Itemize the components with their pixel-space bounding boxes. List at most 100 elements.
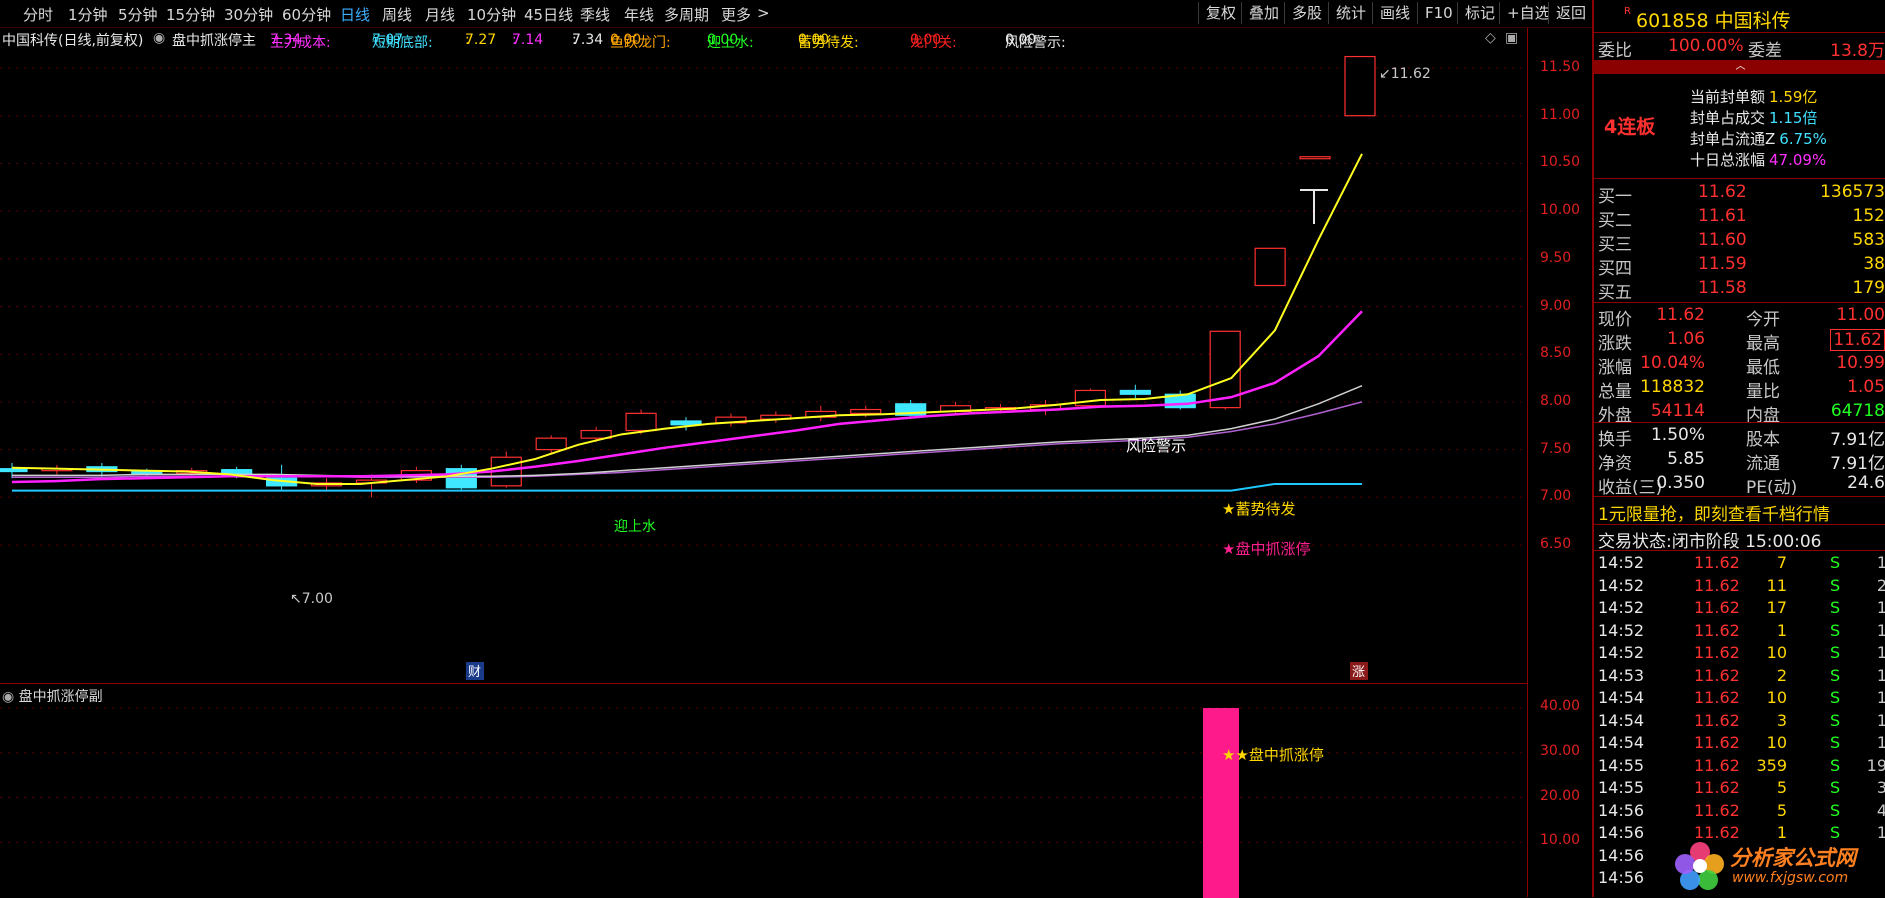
period-tab-8[interactable]: 月线 bbox=[425, 4, 455, 25]
toolbar-button-5[interactable]: F10 bbox=[1417, 2, 1460, 24]
period-tab-0[interactable]: 分时 bbox=[23, 4, 53, 25]
tick-row: 14:54 11.62 10 S 1 bbox=[1598, 688, 1885, 710]
tick-volume: 3 bbox=[1776, 710, 1787, 730]
tick-time: 14:52 bbox=[1598, 553, 1645, 572]
toolbar-button-0[interactable]: 复权 bbox=[1198, 2, 1243, 24]
seal-label: 当前封单额 bbox=[1690, 88, 1766, 106]
more-arrow-icon[interactable]: > bbox=[757, 4, 770, 22]
price-tick: 7.00 bbox=[1540, 488, 1572, 505]
tick-volume: 17 bbox=[1766, 598, 1787, 617]
toolbar-button-3[interactable]: 统计 bbox=[1328, 2, 1373, 24]
candle-body bbox=[535, 437, 567, 451]
stat-label: 股本 bbox=[1746, 430, 1780, 450]
price-tick: 11.00 bbox=[1540, 106, 1581, 123]
sub-tick: 30.00 bbox=[1540, 742, 1581, 759]
bid-price: 11.61 bbox=[1698, 206, 1747, 226]
zhang-marker[interactable]: 涨 bbox=[1352, 665, 1365, 680]
period-tab-11[interactable]: 季线 bbox=[580, 4, 610, 25]
indicator-value: 7.14 bbox=[512, 32, 544, 48]
tick-time: 14:53 bbox=[1598, 665, 1645, 685]
candle-body bbox=[1074, 389, 1107, 407]
period-tab-12[interactable]: 年线 bbox=[624, 4, 654, 25]
period-tab-6[interactable]: 日线 bbox=[340, 4, 370, 25]
tick-volume: 10 bbox=[1766, 643, 1787, 662]
kline-chart[interactable]: ↙11.62 ↖7.00 风险警示迎上水 ★蓄势待发 ★盘中抓涨停财 涨 bbox=[0, 48, 1527, 683]
sub-indicator-chart[interactable]: ★★盘中抓涨停 bbox=[0, 683, 1527, 898]
price-tick: 9.50 bbox=[1540, 249, 1572, 266]
stat-value: 11.62 bbox=[1830, 329, 1885, 351]
tick-count: 1 bbox=[1876, 643, 1885, 662]
tick-price: 11.62 bbox=[1694, 643, 1740, 662]
zhuazhangting-label: ★盘中抓涨停 bbox=[1222, 540, 1310, 558]
panel-toggle-icon[interactable]: ▣ bbox=[1505, 30, 1518, 46]
cai-marker[interactable]: 财 bbox=[468, 665, 481, 680]
period-tab-10[interactable]: 45日线 bbox=[524, 4, 573, 25]
period-tab-1[interactable]: 1分钟 bbox=[68, 4, 108, 25]
stat-label: 净资 bbox=[1598, 454, 1632, 474]
stat-value: 11.00 bbox=[1836, 305, 1885, 325]
tick-price: 11.62 bbox=[1694, 598, 1740, 617]
tick-time: 14:52 bbox=[1598, 575, 1645, 595]
toolbar-button-6[interactable]: 标记 bbox=[1457, 2, 1502, 24]
indicator-value: 7.07 bbox=[372, 32, 404, 48]
toolbar-button-2[interactable]: 多股 bbox=[1284, 2, 1329, 24]
toolbar-button-4[interactable]: 画线 bbox=[1372, 2, 1417, 24]
formula-name[interactable]: 盘中抓涨停主 bbox=[172, 30, 256, 50]
diamond-icon[interactable]: ◇ bbox=[1485, 30, 1496, 46]
sub-indicator-title[interactable]: ◉ 盘中抓涨停副 bbox=[2, 686, 103, 706]
candle-body bbox=[625, 412, 657, 432]
tick-volume: 7 bbox=[1776, 553, 1787, 572]
price-tick: 10.50 bbox=[1540, 154, 1581, 171]
period-tab-2[interactable]: 5分钟 bbox=[118, 4, 158, 25]
lianban-badge: 4连板 bbox=[1604, 116, 1656, 138]
stock-period-label: 中国科传(日线,前复权) bbox=[2, 33, 144, 49]
stat-label: 今开 bbox=[1746, 310, 1780, 330]
tick-count: 1 bbox=[1876, 710, 1885, 730]
stat-value: 7.91亿 bbox=[1830, 430, 1885, 450]
stat-value: 64718 bbox=[1830, 401, 1885, 421]
low-price-label: ↖7.00 bbox=[290, 591, 333, 607]
period-tab-4[interactable]: 30分钟 bbox=[224, 4, 273, 25]
stat-label: 涨跌 bbox=[1598, 334, 1632, 354]
signal-bar bbox=[1203, 708, 1239, 898]
watermark-logo: 分析家公式网 www.fxjgsw.com bbox=[1672, 838, 1882, 894]
tick-price: 11.62 bbox=[1694, 733, 1740, 752]
period-tab-5[interactable]: 60分钟 bbox=[282, 4, 331, 25]
formula-toggle-icon[interactable]: ◉ bbox=[153, 30, 165, 46]
margin-flag: R bbox=[1624, 6, 1631, 17]
sub-tick: 20.00 bbox=[1540, 787, 1581, 804]
stat-label: 涨幅 bbox=[1598, 358, 1632, 378]
tick-volume: 359 bbox=[1756, 755, 1787, 775]
bid-label: 买二 bbox=[1598, 211, 1632, 231]
indicator-value: 7.34 bbox=[572, 32, 604, 48]
seal-value: 1.59亿 bbox=[1769, 88, 1818, 106]
tick-row: 14:52 11.62 1 S 1 bbox=[1598, 621, 1885, 643]
bid-label: 买五 bbox=[1598, 283, 1632, 303]
period-tab-13[interactable]: 多周期 bbox=[664, 4, 709, 25]
ma-white-line bbox=[12, 384, 1363, 478]
tick-time: 14:56 bbox=[1598, 823, 1645, 842]
tick-price: 11.62 bbox=[1694, 800, 1740, 820]
period-tab-9[interactable]: 10分钟 bbox=[467, 4, 516, 25]
stat-value: 11.62 bbox=[1656, 305, 1705, 325]
tick-time: 14:54 bbox=[1598, 688, 1645, 707]
sub-tick: 40.00 bbox=[1540, 698, 1581, 714]
stock-name: 中国科传 bbox=[1714, 10, 1791, 32]
seal-label: 十日总涨幅 bbox=[1690, 151, 1766, 169]
tick-time: 14:54 bbox=[1598, 733, 1645, 752]
tick-price: 11.62 bbox=[1694, 553, 1740, 572]
tick-side: S bbox=[1830, 688, 1841, 707]
tick-count: 1 bbox=[1876, 620, 1885, 640]
period-tab-7[interactable]: 周线 bbox=[382, 4, 412, 25]
stat-label: 总量 bbox=[1598, 382, 1632, 402]
stat-value: 0.350 bbox=[1656, 473, 1705, 493]
period-tab-14[interactable]: 更多 bbox=[721, 4, 751, 25]
chevron-up-icon[interactable]: ︿ bbox=[1594, 60, 1885, 74]
toolbar-button-1[interactable]: 叠加 bbox=[1241, 2, 1286, 24]
toolbar-button-8[interactable]: 返回 bbox=[1548, 2, 1593, 24]
sub-toggle-icon[interactable]: ◉ bbox=[2, 689, 14, 705]
promo-link[interactable]: 1元限量抢，即刻查看千档行情 bbox=[1598, 500, 1830, 525]
collapse-bar[interactable]: ︿ bbox=[1594, 60, 1885, 74]
bid-price: 11.59 bbox=[1698, 254, 1747, 274]
period-tab-3[interactable]: 15分钟 bbox=[166, 4, 215, 25]
